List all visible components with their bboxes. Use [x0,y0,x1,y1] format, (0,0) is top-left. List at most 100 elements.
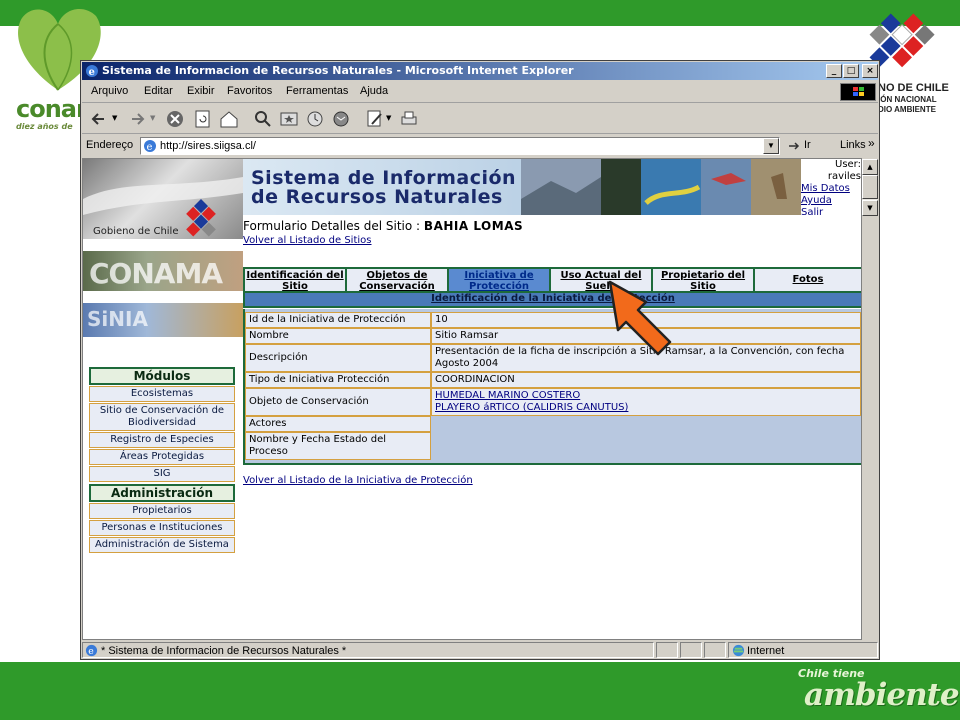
status-text: * Sistema de Informacion de Recursos Nat… [101,645,347,657]
minimize-button[interactable]: _ [826,64,842,78]
title-bar[interactable]: e Sistema de Informacion de Recursos Nat… [82,62,878,80]
browser-window: e Sistema de Informacion de Recursos Nat… [80,60,880,660]
menu-sitio-conservacion[interactable]: Sitio de Conservación de Biodiversidad [89,403,235,431]
home-icon[interactable] [218,108,240,130]
svg-text:e: e [88,646,94,657]
close-button[interactable]: × [862,64,878,78]
forward-dropdown-icon[interactable]: ▼ [150,114,155,122]
menu-exibir[interactable]: Exibir [187,85,215,97]
page-icon: e [144,140,156,153]
vertical-scrollbar[interactable]: ▲ ▼ [862,159,878,216]
menu-ecosistemas[interactable]: Ecosistemas [89,386,235,402]
site-title: Sistema de Información de Recursos Natur… [251,167,517,208]
pointer-arrow-icon [608,280,672,356]
svg-text:e: e [147,142,153,153]
print-icon[interactable] [398,108,420,130]
tab-iniciativa[interactable]: Iniciativa de Protección [447,267,551,293]
detail-row: Id de la Iniciativa de Protección 10 [245,312,861,328]
tagline-logo: Chile tiene ambiente [798,667,960,713]
admin-heading: Administración [89,484,235,502]
conama-logo: conam diez años de [16,96,86,131]
address-url: http://sires.siigsa.cl/ [160,140,256,152]
detail-row: Nombre Sitio Ramsar [245,328,861,344]
svg-text:e: e [89,67,95,78]
status-cell [680,642,702,658]
page-viewport: Gobieno de Chile CONAMA SiNIA Módulos Ec… [82,158,862,640]
scroll-thumb[interactable] [862,175,878,199]
user-name: raviles [827,171,861,182]
search-icon[interactable] [252,108,274,130]
menu-propietarios[interactable]: Propietarios [89,503,235,519]
globe-icon [732,644,745,657]
left-column: Gobieno de Chile CONAMA SiNIA Módulos Ec… [83,159,243,639]
detail-row: Actores [245,416,861,432]
forward-icon[interactable] [126,108,148,130]
links-button[interactable]: Links » [836,136,880,154]
go-arrow-icon [789,142,800,150]
windows-logo-icon [840,83,876,101]
favorites-icon[interactable] [278,108,300,130]
address-dropdown-icon[interactable]: ▼ [763,138,779,154]
page-status-icon: e [85,644,98,657]
address-label: Endereço [86,139,134,151]
back-to-initiatives-link[interactable]: Volver al Listado de la Iniciativa de Pr… [243,475,473,486]
address-bar: Endereço e http://sires.siigsa.cl/ ▼ Ir … [82,135,878,157]
government-logo-text: NO DE CHILE IÓN NACIONAL DIO AMBIENTE [878,82,949,114]
header-banner: Sistema de Información de Recursos Natur… [243,159,861,215]
edit-dropdown-icon[interactable]: ▼ [386,114,391,122]
menu-areas-protegidas[interactable]: Áreas Protegidas [89,449,235,465]
refresh-icon[interactable] [192,108,214,130]
edit-icon[interactable] [364,108,386,130]
history-icon[interactable] [304,108,326,130]
back-to-sites-link[interactable]: Volver al Listado de Sitios [243,235,372,246]
status-main: e * Sistema de Informacion de Recursos N… [82,642,654,658]
address-input[interactable]: e http://sires.siigsa.cl/ ▼ [140,137,780,155]
status-cell [704,642,726,658]
section-heading: Identificación de la Iniciativa de Prote… [243,293,861,308]
menu-ferramentas[interactable]: Ferramentas [286,85,348,97]
detail-row: Nombre y Fecha Estado del Proceso [245,432,861,460]
back-icon[interactable] [88,108,110,130]
menu-personas-instituciones[interactable]: Personas e Instituciones [89,520,235,536]
gobierno-label: Gobieno de Chile [93,226,179,237]
menu-favoritos[interactable]: Favoritos [227,85,272,97]
mail-icon[interactable] [330,108,352,130]
side-menu: Módulos Ecosistemas Sitio de Conservació… [89,367,235,554]
detail-table: Id de la Iniciativa de Protección 10 Nom… [243,309,861,465]
maximize-button[interactable]: □ [843,64,859,78]
menu-arquivo[interactable]: Arquivo [91,85,128,97]
scroll-up-icon[interactable]: ▲ [862,159,878,175]
nature-photos-strip [521,159,803,215]
ie-icon: e [86,65,98,78]
tab-fotos[interactable]: Fotos [753,267,861,293]
stop-icon[interactable] [164,108,186,130]
scroll-down-icon[interactable]: ▼ [862,200,878,216]
menu-editar[interactable]: Editar [144,85,173,97]
menu-ajuda[interactable]: Ajuda [360,85,388,97]
menu-registro-especies[interactable]: Registro de Especies [89,432,235,448]
user-label: User: [835,159,861,170]
status-bar: e * Sistema de Informacion de Recursos N… [82,641,878,659]
menu-sig[interactable]: SIG [89,466,235,482]
user-box: User: raviles Mis Datos Ayuda Salir [801,159,861,215]
status-cell [656,642,678,658]
link-humedal[interactable]: HUMEDAL MARINO COSTERO [435,390,857,402]
link-ayuda[interactable]: Ayuda [801,195,861,207]
tab-identificacion[interactable]: Identificación del Sitio [243,267,347,293]
detail-row: Objeto de Conservación HUMEDAL MARINO CO… [245,388,861,416]
slide-top-bar [0,0,960,26]
menu-admin-sistema[interactable]: Administración de Sistema [89,537,235,553]
link-salir[interactable]: Salir [801,207,861,215]
detail-row: Tipo de Iniciativa Protección COORDINACI… [245,372,861,388]
header-photo-hands: Gobieno de Chile [83,159,243,239]
back-dropdown-icon[interactable]: ▼ [112,114,117,122]
menu-bar: Arquivo Editar Exibir Favoritos Ferramen… [82,81,878,103]
site-name: BAHIA LOMAS [423,219,524,233]
toolbar: ▼ ▼ ▼ [82,104,878,134]
link-playero[interactable]: PLAYERO áRTICO (CALIDRIS CANUTUS) [435,402,857,414]
tab-objetos[interactable]: Objetos de Conservación [345,267,449,293]
link-mis-datos[interactable]: Mis Datos [801,183,861,195]
go-button[interactable]: Ir [787,138,827,154]
sinia-banner[interactable]: SiNIA [83,303,243,337]
conama-banner[interactable]: CONAMA [83,251,243,291]
